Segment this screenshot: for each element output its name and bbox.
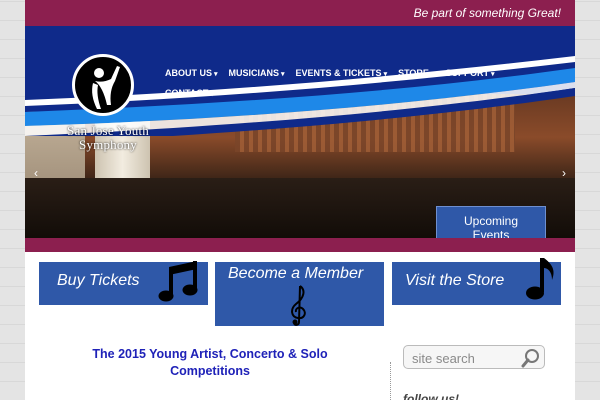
nav-item-about-us[interactable]: ABOUT US ▾ xyxy=(165,68,218,78)
page-container: Be part of something Great! San Jose You… xyxy=(25,0,575,400)
brand-name-line2: Symphony xyxy=(79,137,137,152)
conductor-figure-icon xyxy=(92,66,120,109)
nav-item-store[interactable]: STORE ▾ xyxy=(398,68,434,78)
brand-name-line1: San Jose Youth xyxy=(67,123,149,138)
slider-prev-arrow-icon[interactable]: ‹ xyxy=(34,166,38,180)
chevron-down-icon: ▾ xyxy=(490,71,495,78)
nav-item-events-tickets[interactable]: EVENTS & TICKETS ▾ xyxy=(296,68,388,78)
visit-store-label: Visit the Store xyxy=(405,272,505,289)
sidebar-divider xyxy=(390,362,391,400)
search-input[interactable] xyxy=(412,349,520,367)
top-bar: Be part of something Great! xyxy=(25,0,575,26)
site-search-box xyxy=(403,345,545,369)
cta-row: Buy Tickets Become a Member Visit the St… xyxy=(39,258,561,328)
become-member-button[interactable]: Become a Member xyxy=(215,262,384,326)
hero-banner: San Jose Youth Symphony ABOUT US ▾ MUSICI… xyxy=(25,26,575,238)
beamed-notes-icon xyxy=(158,261,198,302)
chevron-down-icon: ▾ xyxy=(210,91,214,98)
nav-item-support[interactable]: SUPPORT ▾ xyxy=(445,68,494,78)
chevron-down-icon: ▾ xyxy=(430,71,435,78)
chevron-down-icon: ▾ xyxy=(214,71,218,78)
nav-item-musicians[interactable]: MUSICIANS ▾ xyxy=(229,68,285,78)
nav-item-contact[interactable]: CONTACT ▾ xyxy=(165,88,214,98)
chevron-down-icon: ▾ xyxy=(383,71,388,78)
eighth-note-icon xyxy=(526,258,554,300)
logo[interactable] xyxy=(72,54,134,116)
follow-us-heading: follow us! xyxy=(403,392,459,400)
visit-store-button[interactable]: Visit the Store xyxy=(392,258,561,305)
search-icon[interactable] xyxy=(521,348,541,368)
main-nav: ABOUT US ▾ MUSICIANS ▾ EVENTS & TICKETS ▾ S… xyxy=(165,68,565,98)
buy-tickets-button[interactable]: Buy Tickets xyxy=(39,261,208,305)
treble-clef-icon xyxy=(291,285,306,326)
upcoming-events-line2: Events xyxy=(472,228,510,238)
buy-tickets-label: Buy Tickets xyxy=(57,272,140,289)
become-member-label: Become a Member xyxy=(228,265,364,282)
brand-name: San Jose Youth Symphony xyxy=(43,124,173,152)
tagline: Be part of something Great! xyxy=(413,6,561,20)
upcoming-events-button[interactable]: Upcoming Events xyxy=(436,206,546,238)
hero-bottom-band xyxy=(25,238,575,252)
upcoming-events-line1: Upcoming xyxy=(463,214,519,228)
slider-next-arrow-icon[interactable]: › xyxy=(562,166,566,180)
chevron-down-icon: ▾ xyxy=(281,71,285,78)
news-headline[interactable]: The 2015 Young Artist, Concerto & Solo C… xyxy=(75,346,345,380)
